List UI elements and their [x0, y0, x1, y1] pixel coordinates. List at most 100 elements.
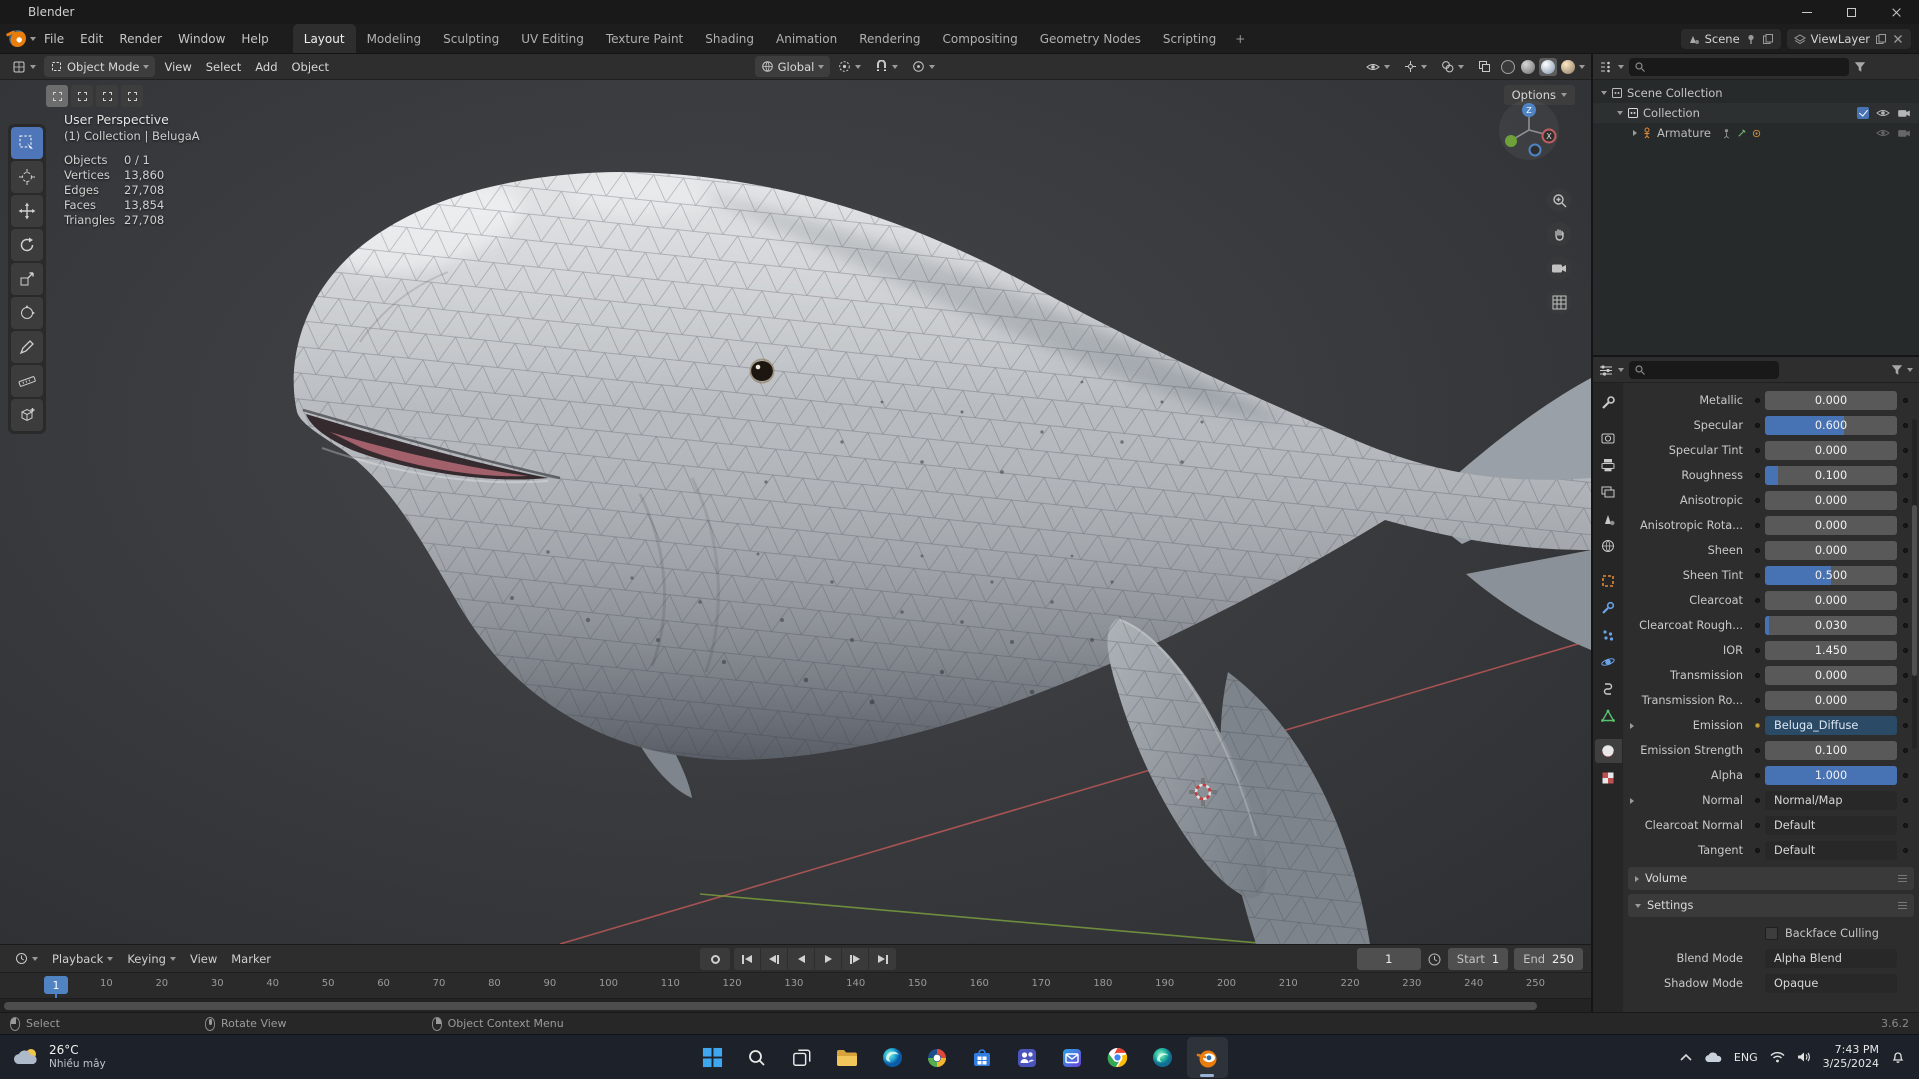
auto-keying-button[interactable] — [700, 948, 730, 970]
decorator-dot[interactable] — [1749, 648, 1765, 653]
decorator-dot[interactable] — [1749, 498, 1765, 503]
gizmo-dropdown[interactable] — [1398, 56, 1433, 77]
jump-to-end-button[interactable] — [869, 948, 896, 970]
drag-handle-icon[interactable] — [1898, 875, 1907, 882]
new-viewlayer-icon[interactable] — [1875, 33, 1887, 45]
task-view-button[interactable] — [782, 1037, 823, 1078]
workspace-tab[interactable]: Animation — [765, 24, 848, 53]
animate-dot[interactable] — [1897, 648, 1913, 653]
decorator-dot[interactable] — [1749, 598, 1765, 603]
value-slider[interactable]: 0.030 — [1765, 616, 1897, 635]
decorator-dot[interactable] — [1749, 823, 1765, 828]
next-keyframe-button[interactable] — [842, 948, 869, 970]
minimize-button[interactable] — [1784, 0, 1829, 24]
start-frame-field[interactable]: Start 1 — [1447, 948, 1509, 970]
volume-section-header[interactable]: Volume — [1628, 867, 1914, 890]
filter-icon[interactable] — [1854, 61, 1866, 73]
outliner-search-input[interactable] — [1629, 57, 1849, 76]
workspace-tab[interactable]: UV Editing — [510, 24, 595, 53]
remove-viewlayer-icon[interactable] — [1892, 33, 1904, 45]
emission-texture-field[interactable]: Beluga_Diffuse — [1765, 716, 1897, 735]
tab-constraints[interactable] — [1595, 677, 1622, 701]
store-button[interactable] — [962, 1037, 1003, 1078]
viewport-menu-item[interactable]: Object — [285, 54, 336, 79]
decorator-dot[interactable] — [1749, 748, 1765, 753]
disable-render-camera-icon[interactable] — [1897, 128, 1911, 138]
value-slider[interactable]: 0.600 — [1765, 416, 1897, 435]
timeline-scrollbar[interactable] — [0, 998, 1591, 1012]
decorator-dot[interactable] — [1749, 623, 1765, 628]
shading-material-button[interactable] — [1539, 57, 1557, 76]
decorator-dot[interactable] — [1749, 673, 1765, 678]
add-cube-tool[interactable] — [11, 399, 43, 431]
edge-button[interactable] — [872, 1037, 913, 1078]
hide-eye-icon[interactable] — [1876, 108, 1890, 118]
tab-material[interactable] — [1594, 739, 1622, 763]
decorator-dot[interactable] — [1749, 423, 1765, 428]
animate-dot[interactable] — [1897, 498, 1913, 503]
viewport-menu-item[interactable]: Select — [199, 54, 248, 79]
value-slider[interactable]: 0.000 — [1765, 691, 1897, 710]
workspace-tab[interactable]: Modeling — [356, 24, 433, 53]
maximize-button[interactable] — [1829, 0, 1874, 24]
add-workspace-button[interactable]: + — [1227, 32, 1253, 46]
tab-scene[interactable] — [1595, 507, 1622, 531]
tab-output[interactable] — [1595, 453, 1622, 477]
animate-dot[interactable] — [1897, 523, 1913, 528]
timeline-ruler[interactable]: 1 10 20 30 40 50 60 70 80 90 100 110 120 130 140 150 16… — [0, 972, 1591, 998]
workspace-tab[interactable]: Geometry Nodes — [1029, 24, 1152, 53]
decorator-dot[interactable] — [1749, 523, 1765, 528]
timeline-view-menu[interactable]: View — [183, 945, 224, 972]
chrome-button[interactable] — [1097, 1037, 1138, 1078]
value-slider[interactable]: 0.000 — [1765, 541, 1897, 560]
marker-menu[interactable]: Marker — [224, 945, 278, 972]
timeline-scroll-thumb[interactable] — [4, 1002, 1537, 1010]
blender-app-button[interactable] — [1186, 1037, 1228, 1078]
properties-editor-icon[interactable] — [1599, 364, 1613, 376]
value-slider[interactable]: 0.000 — [1765, 441, 1897, 460]
ortho-toggle-button[interactable] — [1547, 290, 1571, 314]
value-slider[interactable]: 0.000 — [1765, 516, 1897, 535]
annotate-tool[interactable] — [11, 331, 43, 363]
scale-tool[interactable] — [11, 263, 43, 295]
weather-widget[interactable]: 26°C Nhiều mây — [0, 1035, 118, 1079]
timeline-editor-type-button[interactable] — [8, 945, 45, 972]
outliner-row-collection[interactable]: Collection — [1593, 103, 1919, 123]
decorator-dot[interactable] — [1749, 573, 1765, 578]
decorator-dot[interactable] — [1749, 473, 1765, 478]
settings-section-header[interactable]: Settings — [1628, 894, 1914, 917]
jump-to-start-button[interactable] — [734, 948, 761, 970]
proportional-edit-dropdown[interactable] — [906, 56, 941, 77]
animate-dot[interactable] — [1897, 573, 1913, 578]
animate-dot[interactable] — [1897, 673, 1913, 678]
animate-dot[interactable] — [1897, 448, 1913, 453]
xray-toggle[interactable] — [1472, 56, 1497, 77]
workspace-tab[interactable]: Scripting — [1152, 24, 1227, 53]
expand-caret-icon[interactable] — [1617, 111, 1623, 115]
select-mode-set-button[interactable] — [46, 85, 68, 107]
keying-menu[interactable]: Keying — [120, 945, 183, 972]
animate-dot[interactable] — [1897, 848, 1913, 853]
menu-item[interactable]: Edit — [72, 24, 111, 53]
drag-handle-icon[interactable] — [1898, 902, 1907, 909]
tab-physics[interactable] — [1595, 650, 1622, 674]
decorator-dot[interactable] — [1749, 773, 1765, 778]
value-slider[interactable]: 0.000 — [1765, 491, 1897, 510]
decorator-dot[interactable] — [1749, 698, 1765, 703]
close-button[interactable] — [1874, 0, 1919, 24]
emission-strength-slider[interactable]: 0.100 — [1765, 741, 1897, 760]
value-slider[interactable]: 0.000 — [1765, 391, 1897, 410]
current-frame-field[interactable]: 1 — [1356, 948, 1421, 970]
zoom-button[interactable] — [1547, 188, 1571, 212]
mode-dropdown[interactable]: Object Mode — [44, 56, 156, 77]
workspace-tab[interactable]: Texture Paint — [595, 24, 694, 53]
play-button[interactable] — [815, 948, 842, 970]
play-reverse-button[interactable] — [788, 948, 815, 970]
decorator-dot[interactable] — [1749, 848, 1765, 853]
value-slider[interactable]: 0.000 — [1765, 591, 1897, 610]
tab-texture[interactable] — [1595, 766, 1622, 790]
end-frame-field[interactable]: End 250 — [1514, 948, 1583, 970]
tab-object-data[interactable] — [1595, 704, 1622, 728]
language-indicator[interactable]: ENG — [1734, 1051, 1758, 1064]
outliner-editor-caret-icon[interactable] — [1618, 64, 1624, 69]
